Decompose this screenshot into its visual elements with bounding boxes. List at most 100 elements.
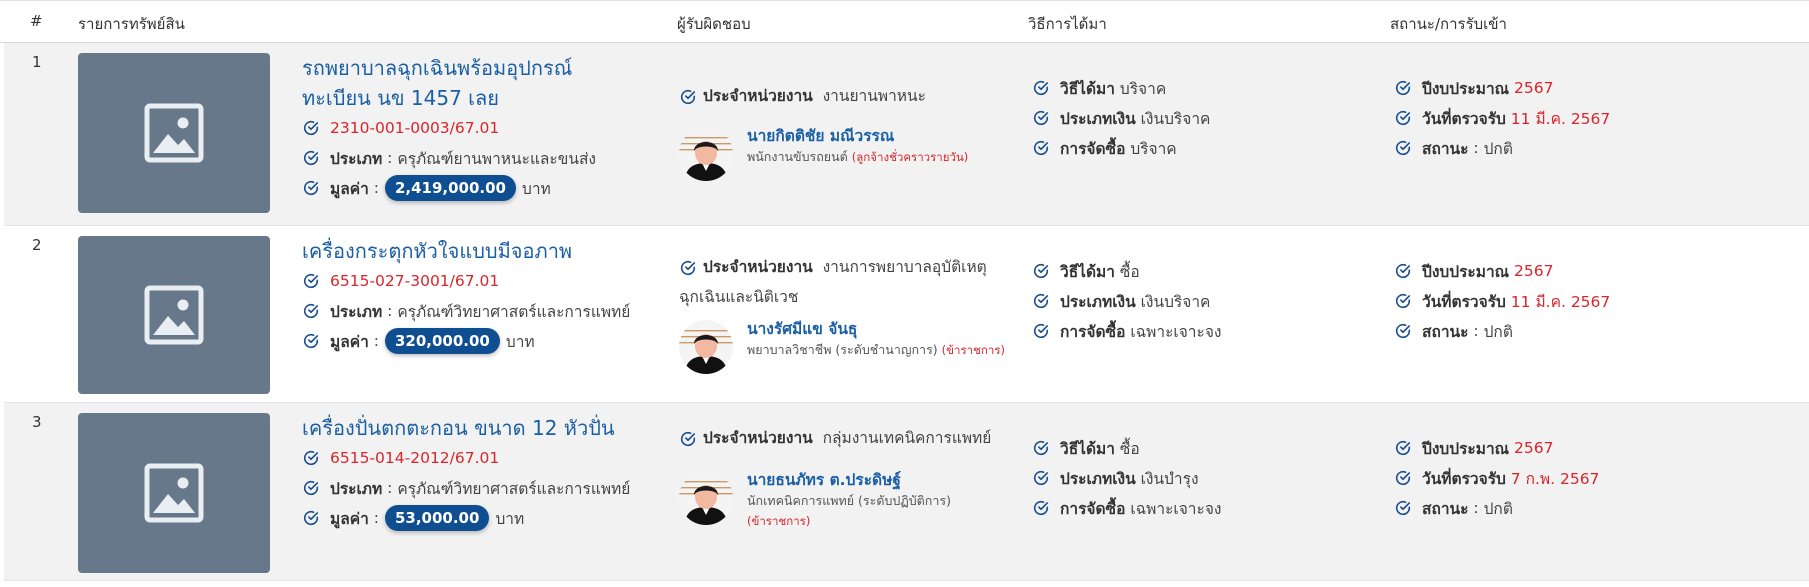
status-label: สถานะ bbox=[1422, 322, 1469, 341]
person-tag: (ข้าราชการ) bbox=[747, 514, 811, 528]
procure: บริจาค bbox=[1130, 139, 1177, 158]
asset-info: เครื่องกระตุกหัวใจแบบมีจอภาพ 6515-027-30… bbox=[302, 236, 642, 356]
person-tag: (ลูกจ้างชั่วคราวรายวัน) bbox=[851, 150, 969, 164]
acquisition-info: วิธีได้มา ซื้อ ประเภทเงิน เงินบริจาค การ… bbox=[1032, 256, 1352, 346]
user-avatar bbox=[679, 320, 733, 374]
table-row[interactable]: 3 เครื่องปั่นตกตะกอน ขนาด 12 หัวปั่น 651… bbox=[4, 403, 1809, 581]
check-circle-icon bbox=[1032, 322, 1050, 340]
unit-label: ประจำหน่วยงาน bbox=[703, 258, 813, 276]
value-colon: : bbox=[373, 179, 379, 197]
check-circle-icon bbox=[679, 430, 697, 448]
asset-code: 2310-001-0003/67.01 bbox=[330, 119, 500, 137]
type-label: ประเภท bbox=[330, 479, 383, 498]
asset-thumbnail[interactable] bbox=[78, 53, 270, 213]
unit-label: ประจำหน่วยงาน bbox=[703, 429, 813, 447]
fund-type: เงินบริจาค bbox=[1140, 292, 1211, 311]
value-colon: : bbox=[373, 509, 379, 527]
image-placeholder-icon bbox=[144, 285, 204, 345]
person-name: นางรัศมีแข จันธุ bbox=[747, 320, 858, 338]
check-circle-icon bbox=[679, 259, 697, 277]
status-value: ปกติ bbox=[1483, 322, 1513, 341]
value-badge: 53,000.00 bbox=[384, 505, 490, 531]
budget-year-label: ปีงบประมาณ bbox=[1422, 439, 1510, 458]
baht-label: บาท bbox=[522, 179, 551, 198]
type-colon: : bbox=[387, 149, 393, 167]
asset-type: ครุภัณฑ์ยานพาหนะและขนส่ง bbox=[397, 149, 596, 168]
responsible-info: ประจำหน่วยงาน งานยานพาหนะ bbox=[679, 81, 1009, 111]
user-avatar bbox=[679, 127, 733, 181]
fund-type: เงินบำรุง bbox=[1140, 469, 1199, 488]
asset-thumbnail[interactable] bbox=[78, 413, 270, 573]
type-colon: : bbox=[387, 479, 393, 497]
acquisition-info: วิธีได้มา ซื้อ ประเภทเงิน เงินบำรุง การจ… bbox=[1032, 433, 1352, 523]
header-acquisition[interactable]: วิธีการได้มา bbox=[1028, 12, 1107, 36]
type-label: ประเภท bbox=[330, 302, 383, 321]
check-circle-icon bbox=[1394, 262, 1412, 280]
asset-thumbnail[interactable] bbox=[78, 236, 270, 394]
check-circle-icon bbox=[302, 479, 320, 497]
check-circle-icon bbox=[302, 179, 320, 197]
check-circle-icon bbox=[1394, 439, 1412, 457]
check-circle-icon bbox=[1394, 322, 1412, 340]
status-label: สถานะ bbox=[1422, 139, 1469, 158]
user-avatar bbox=[679, 471, 733, 525]
acq-method: บริจาค bbox=[1119, 79, 1167, 98]
inspect-date-label: วันที่ตรวจรับ bbox=[1422, 292, 1506, 311]
check-circle-icon bbox=[1394, 79, 1412, 97]
check-circle-icon bbox=[1032, 292, 1050, 310]
table-row[interactable]: 2 เครื่องกระตุกหัวใจแบบมีจอภาพ 6515-027-… bbox=[4, 226, 1809, 403]
check-circle-icon bbox=[1032, 262, 1050, 280]
check-circle-icon bbox=[1394, 292, 1412, 310]
inspect-date: 11 มี.ค. 2567 bbox=[1510, 292, 1611, 311]
responsible-info: ประจำหน่วยงาน กลุ่มงานเทคนิคการแพทย์ bbox=[679, 423, 1009, 453]
budget-year: 2567 bbox=[1513, 262, 1554, 280]
asset-title-link[interactable]: เครื่องกระตุกหัวใจแบบมีจอภาพ bbox=[302, 236, 642, 266]
procure: เฉพาะเจาะจง bbox=[1130, 499, 1222, 518]
acq-method-label: วิธีได้มา bbox=[1060, 439, 1115, 458]
value-badge: 2,419,000.00 bbox=[384, 175, 516, 201]
header-no: # bbox=[30, 12, 43, 30]
unit-label: ประจำหน่วยงาน bbox=[703, 87, 813, 105]
acq-method-label: วิธีได้มา bbox=[1060, 79, 1115, 98]
budget-year-label: ปีงบประมาณ bbox=[1422, 79, 1510, 98]
acquisition-info: วิธีได้มา บริจาค ประเภทเงิน เงินบริจาค ก… bbox=[1032, 73, 1352, 163]
check-circle-icon bbox=[1032, 499, 1050, 517]
person-name: นายธนภัทร ต.ประดิษฐ์ bbox=[747, 471, 901, 489]
fund-type-label: ประเภทเงิน bbox=[1060, 292, 1136, 311]
person-role: พนักงานขับรถยนต์ bbox=[747, 149, 848, 164]
status-info: ปีงบประมาณ 2567 วันที่ตรวจรับ 7 ก.พ. 256… bbox=[1394, 433, 1754, 523]
status-colon: : bbox=[1473, 322, 1479, 340]
inspect-date-label: วันที่ตรวจรับ bbox=[1422, 469, 1506, 488]
fund-type: เงินบริจาค bbox=[1140, 109, 1211, 128]
status-info: ปีงบประมาณ 2567 วันที่ตรวจรับ 11 มี.ค. 2… bbox=[1394, 256, 1754, 346]
check-circle-icon bbox=[302, 272, 320, 290]
value-label: มูลค่า bbox=[330, 509, 369, 528]
table-row[interactable]: 1 รถพยาบาลฉุกเฉินพร้อมอุปกรณ์ ทะเบียน นข… bbox=[4, 43, 1809, 226]
check-circle-icon bbox=[1394, 109, 1412, 127]
image-placeholder-icon bbox=[144, 463, 204, 523]
asset-title-link[interactable]: เครื่องปั่นตกตะกอน ขนาด 12 หัวปั่น bbox=[302, 413, 642, 443]
header-responsible[interactable]: ผู้รับผิดชอบ bbox=[677, 12, 751, 36]
asset-title-link[interactable]: รถพยาบาลฉุกเฉินพร้อมอุปกรณ์ ทะเบียน นข 1… bbox=[302, 53, 642, 113]
check-circle-icon bbox=[1032, 79, 1050, 97]
check-circle-icon bbox=[302, 332, 320, 350]
unit-value: กลุ่มงานเทคนิคการแพทย์ bbox=[822, 429, 992, 447]
asset-type: ครุภัณฑ์วิทยาศาสตร์และการแพทย์ bbox=[397, 479, 631, 498]
row-number: 3 bbox=[32, 413, 42, 431]
person-role: นักเทคนิคการแพทย์ (ระดับปฏิบัติการ) bbox=[747, 493, 951, 508]
check-circle-icon bbox=[679, 88, 697, 106]
asset-type: ครุภัณฑ์วิทยาศาสตร์และการแพทย์ bbox=[397, 302, 631, 321]
asset-info: เครื่องปั่นตกตะกอน ขนาด 12 หัวปั่น 6515-… bbox=[302, 413, 642, 533]
value-badge: 320,000.00 bbox=[384, 328, 500, 354]
header-item[interactable]: รายการทรัพย์สิน bbox=[78, 12, 185, 36]
unit-value: งานยานพาหนะ bbox=[822, 87, 926, 105]
status-value: ปกติ bbox=[1483, 139, 1513, 158]
status-label: สถานะ bbox=[1422, 499, 1469, 518]
table-header: # รายการทรัพย์สิน ผู้รับผิดชอบ วิธีการได… bbox=[0, 1, 1809, 43]
header-status[interactable]: สถานะ/การรับเข้า bbox=[1390, 12, 1507, 36]
fund-type-label: ประเภทเงิน bbox=[1060, 469, 1136, 488]
acq-method: ซื้อ bbox=[1119, 439, 1140, 458]
asset-code: 6515-027-3001/67.01 bbox=[330, 272, 500, 290]
check-circle-icon bbox=[1032, 439, 1050, 457]
asset-table: # รายการทรัพย์สิน ผู้รับผิดชอบ วิธีการได… bbox=[0, 0, 1809, 587]
